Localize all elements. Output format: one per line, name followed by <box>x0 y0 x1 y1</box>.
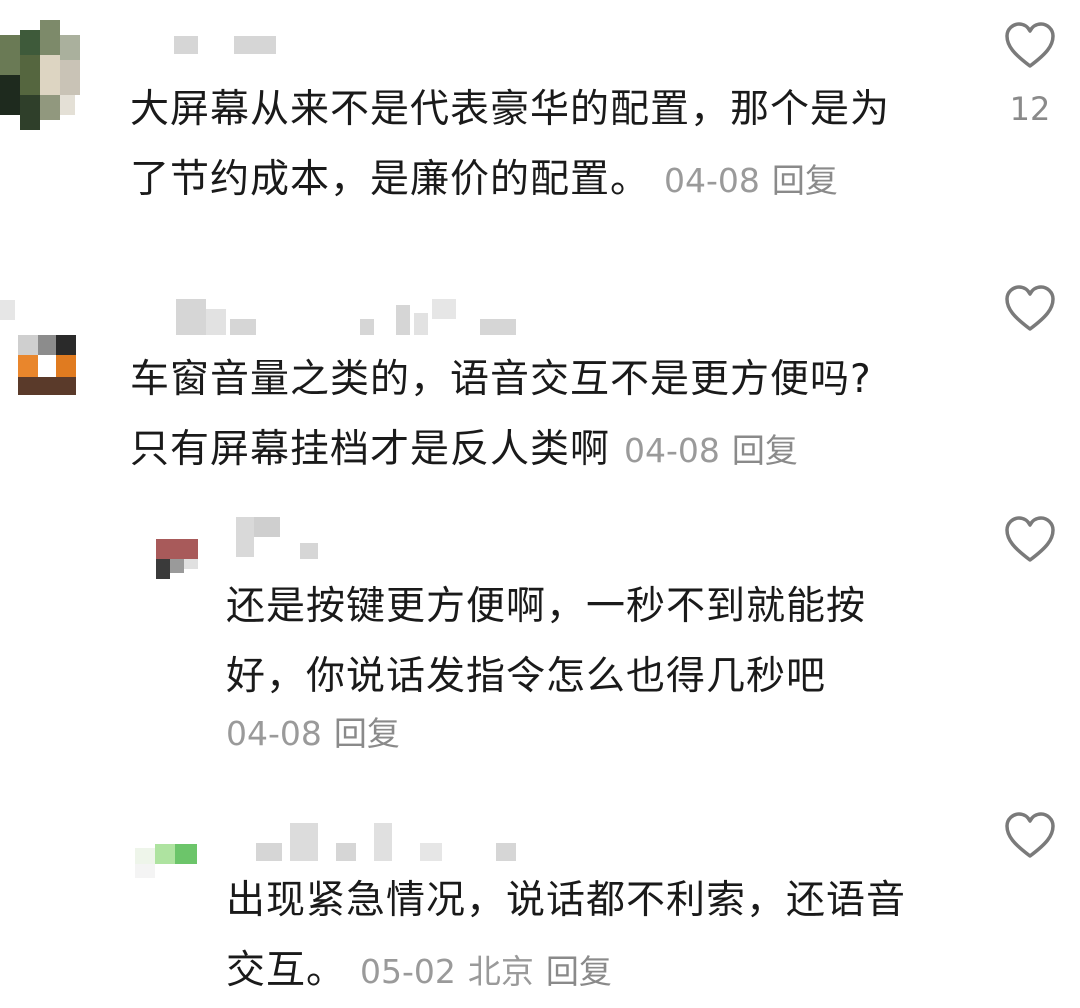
comment-text-line2: 了节约成本，是廉价的配置。 <box>130 157 651 202</box>
comment-meta: 04-08 回复 <box>624 431 810 470</box>
like-button[interactable] <box>1002 285 1058 333</box>
comment-text-line: 出现紧急情况，说话都不利索，还语音 <box>226 878 907 923</box>
comment-date: 04-08 <box>624 431 720 470</box>
like-button[interactable] <box>1002 812 1058 860</box>
comment-item: 车窗音量之类的，语音交互不是更方便吗? 只有屏幕挂档才是反人类啊 04-08 回复 <box>0 285 1080 485</box>
reply-button[interactable]: 回复 <box>546 952 612 991</box>
username[interactable] <box>230 515 330 561</box>
comment-meta: 04-08 回复 <box>664 161 850 200</box>
comment-item: 大屏幕从来不是代表豪华的配置，那个是为 了节约成本，是廉价的配置。 04-08 回复… <box>0 0 1080 230</box>
comment-text-line: 了节约成本，是廉价的配置。 04-08 回复 <box>130 145 980 216</box>
comment-text-line2: 交互。 <box>226 948 347 993</box>
comment-meta: 04-08 回复 <box>226 704 412 764</box>
comment-text-line: 只有屏幕挂档才是反人类啊 04-08 回复 <box>130 415 980 486</box>
avatar[interactable] <box>135 838 205 878</box>
reply-item: 还是按键更方便啊，一秒不到就能按 好，你说话发指令怎么也得几秒吧 04-08 回复 <box>0 510 1080 770</box>
heart-outline-icon <box>1005 285 1055 331</box>
like-count: 12 <box>1009 90 1051 128</box>
like-button[interactable] <box>1002 516 1058 564</box>
reply-button[interactable]: 回复 <box>772 161 838 200</box>
comment-date: 04-08 <box>664 161 760 200</box>
heart-outline-icon <box>1005 812 1055 858</box>
heart-outline-icon <box>1005 516 1055 562</box>
comment-location: 北京 <box>467 952 534 991</box>
like-button[interactable]: 12 <box>1002 22 1058 128</box>
comment-date: 05-02 <box>360 952 456 991</box>
comment-text: 还是按键更方便啊，一秒不到就能按 好，你说话发指令怎么也得几秒吧 <box>226 572 966 712</box>
comment-text-line: 还是按键更方便啊，一秒不到就能按 <box>226 584 867 629</box>
comment-text-line: 大屏幕从来不是代表豪华的配置，那个是为 <box>130 87 891 132</box>
comment-text-line: 车窗音量之类的，语音交互不是更方便吗? <box>130 357 872 402</box>
reply-button[interactable]: 回复 <box>334 714 400 753</box>
comment-text-line2: 只有屏幕挂档才是反人类啊 <box>130 427 611 472</box>
comment-meta: 05-02 北京 回复 <box>360 952 624 991</box>
reply-button[interactable]: 回复 <box>732 431 798 470</box>
username[interactable] <box>170 36 280 56</box>
heart-outline-icon <box>1005 22 1055 68</box>
comment-text: 车窗音量之类的，语音交互不是更方便吗? 只有屏幕挂档才是反人类啊 04-08 回复 <box>130 345 980 486</box>
avatar[interactable] <box>150 535 210 585</box>
reply-item: 出现紧急情况，说话都不利索，还语音 交互。 05-02 北京 回复 <box>0 810 1080 1008</box>
comment-text-line: 好，你说话发指令怎么也得几秒吧 <box>226 654 827 699</box>
comment-text: 出现紧急情况，说话都不利索，还语音 交互。 05-02 北京 回复 <box>226 866 966 1007</box>
comment-text: 大屏幕从来不是代表豪华的配置，那个是为 了节约成本，是廉价的配置。 04-08 回复 <box>130 75 980 216</box>
username[interactable] <box>170 297 530 337</box>
avatar[interactable] <box>0 15 95 135</box>
comment-text-line: 交互。 05-02 北京 回复 <box>226 936 966 1007</box>
comment-date: 04-08 <box>226 714 322 753</box>
avatar[interactable] <box>0 300 80 400</box>
username[interactable] <box>250 815 520 863</box>
